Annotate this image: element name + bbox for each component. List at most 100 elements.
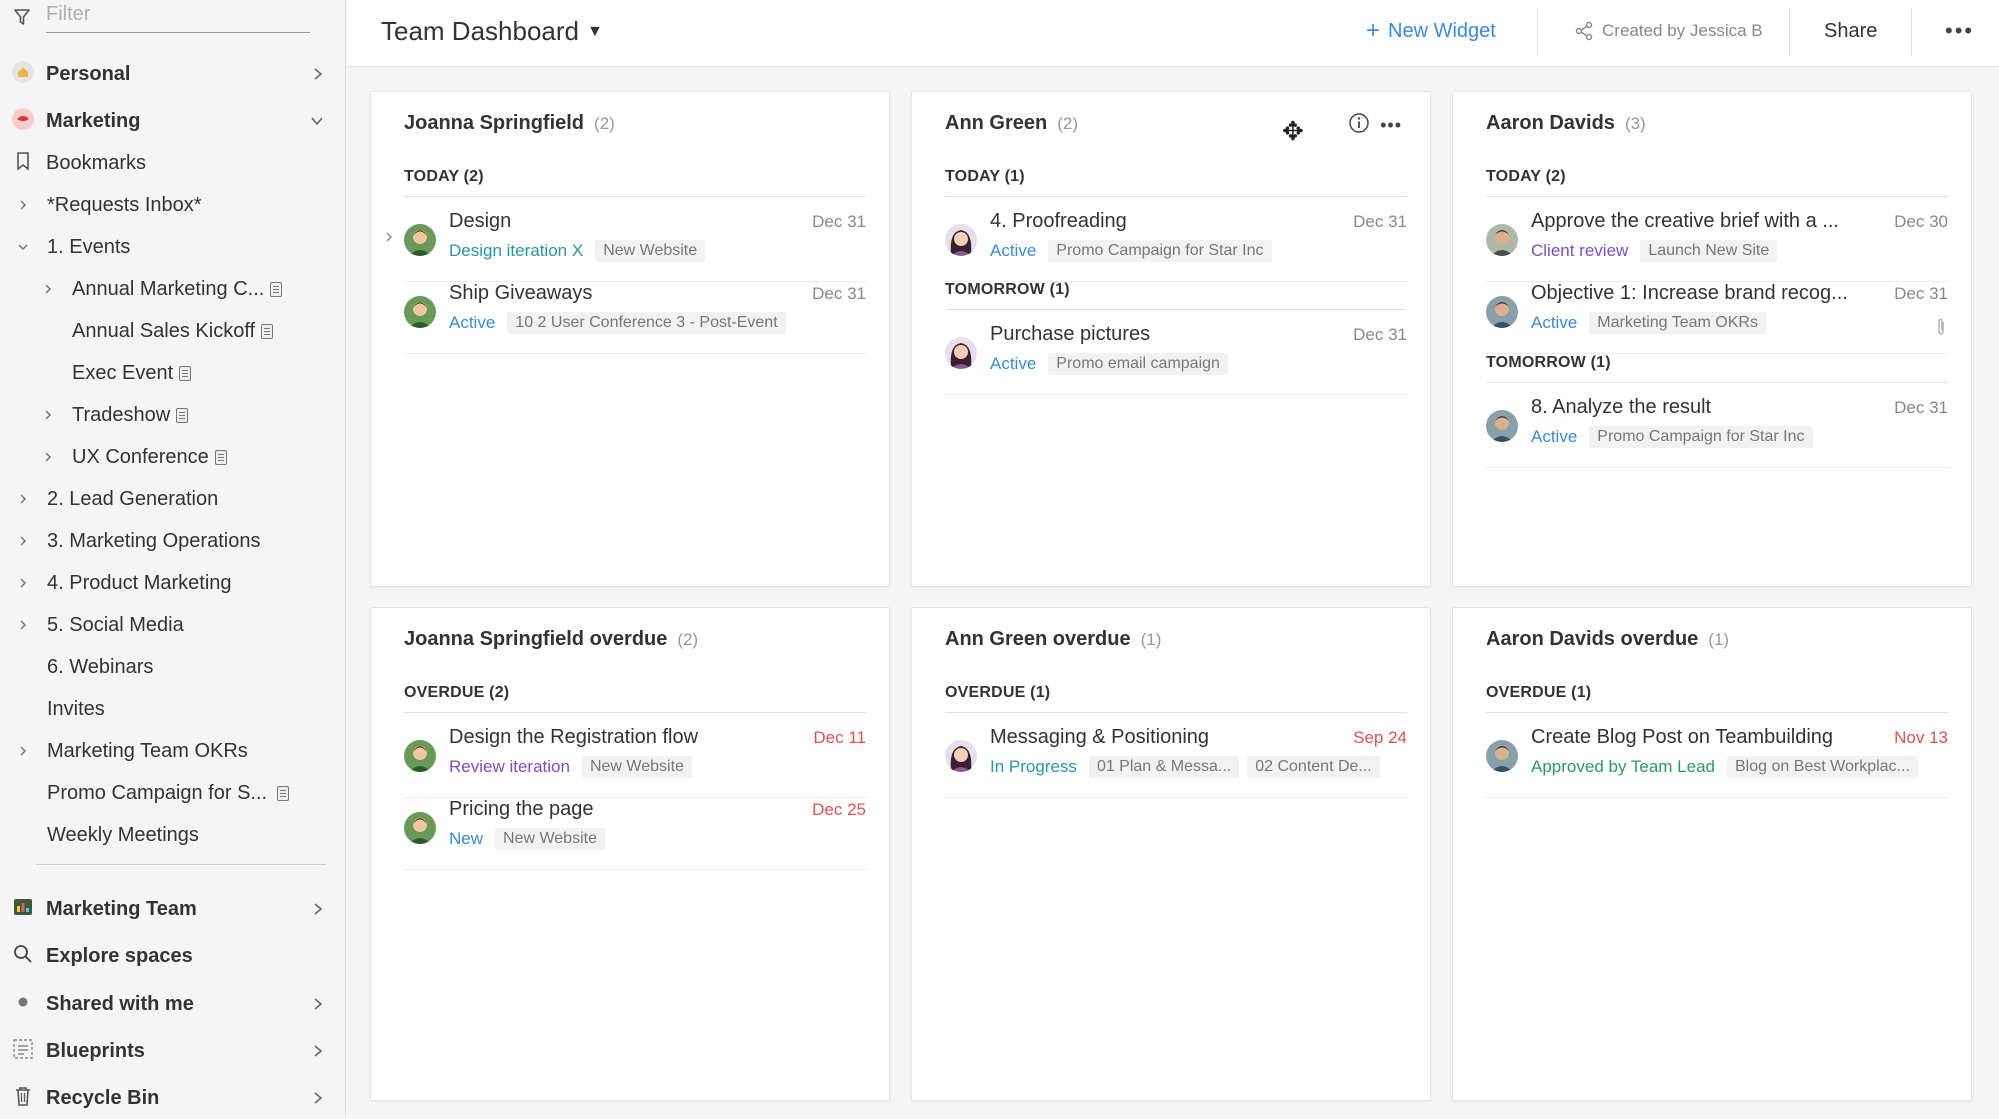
task-row[interactable]: Messaging & Positioning Sep 24 In Progre… <box>945 726 1407 798</box>
project-tag[interactable]: Launch New Site <box>1640 240 1778 262</box>
project-tag[interactable]: New Website <box>495 828 605 850</box>
new-widget-button[interactable]: + New Widget <box>1366 0 1496 62</box>
project-tag[interactable]: Promo Campaign for Star Inc <box>1589 426 1813 448</box>
project-tag[interactable]: Promo Campaign for Star Inc <box>1048 240 1272 262</box>
task-name[interactable]: Purchase pictures <box>990 323 1150 346</box>
status-badge[interactable]: Approved by Team Lead <box>1531 757 1715 777</box>
chevron-right-icon[interactable] <box>15 743 31 759</box>
tree-item-invites[interactable]: Invites <box>0 689 346 729</box>
sidebar-item-personal[interactable]: Personal <box>0 53 346 95</box>
status-badge[interactable]: Active <box>990 241 1036 261</box>
status-badge[interactable]: Active <box>1531 427 1577 447</box>
sidebar-item-bookmarks[interactable]: Bookmarks <box>0 142 346 184</box>
tree-item-weekly-meetings[interactable]: Weekly Meetings <box>0 815 346 855</box>
created-by-button[interactable]: Created by Jessica B <box>1574 0 1763 62</box>
task-name[interactable]: Ship Giveaways <box>449 282 592 305</box>
tree-item-promo-campaign[interactable]: Promo Campaign for S... <box>0 773 346 813</box>
task-row[interactable]: Purchase pictures Dec 31 Active Promo ema… <box>945 323 1407 395</box>
task-name[interactable]: Objective 1: Increase brand recog... <box>1531 282 1848 305</box>
tree-item-product-marketing[interactable]: 4. Product Marketing <box>0 563 346 603</box>
project-tag[interactable]: New Website <box>595 240 706 262</box>
project-tag[interactable]: Blog on Best Workplac... <box>1726 756 1918 778</box>
top-bar: Team Dashboard ▼ + New Widget Created by… <box>347 0 1999 67</box>
chevron-right-icon[interactable] <box>40 281 56 297</box>
task-name[interactable]: 8. Analyze the result <box>1531 396 1711 419</box>
tree-item-marketing-operations[interactable]: 3. Marketing Operations <box>0 521 346 561</box>
sidebar-item-marketing[interactable]: Marketing <box>0 100 346 142</box>
sidebar-item-shared-with-me[interactable]: Shared with me <box>0 983 346 1025</box>
move-icon[interactable]: ✥ <box>1282 116 1304 147</box>
status-badge[interactable]: Review iteration <box>449 757 570 777</box>
info-icon[interactable] <box>1348 112 1370 139</box>
sidebar-item-marketing-team[interactable]: Marketing Team <box>0 888 346 930</box>
more-options-icon[interactable]: ••• <box>1380 115 1402 136</box>
project-tag[interactable]: 01 Plan & Messa... <box>1088 756 1240 778</box>
status-badge[interactable]: New <box>449 829 483 849</box>
task-name[interactable]: 4. Proofreading <box>990 210 1127 233</box>
status-badge[interactable]: Active <box>990 354 1036 374</box>
task-row[interactable]: Pricing the page Dec 25 New New Website <box>404 798 866 870</box>
filter-input[interactable] <box>46 1 310 33</box>
chevron-right-icon[interactable] <box>40 449 56 465</box>
tree-item-exec-event[interactable]: Exec Event <box>0 353 346 393</box>
tree-item-tradeshow[interactable]: Tradeshow <box>0 395 346 435</box>
project-tag[interactable]: Marketing Team OKRs <box>1589 312 1766 334</box>
project-tag[interactable]: 02 Content De... <box>1247 756 1380 778</box>
task-name[interactable]: Design the Registration flow <box>449 726 698 749</box>
project-tag[interactable]: 10 2 User Conference 3 - Post-Event <box>507 312 786 334</box>
task-name[interactable]: Create Blog Post on Teambuilding <box>1531 726 1833 749</box>
created-by-label: Created by Jessica B <box>1602 21 1763 40</box>
dashboard-title-dropdown[interactable]: Team Dashboard ▼ <box>381 16 603 47</box>
tree-item-annual-marketing[interactable]: Annual Marketing C... <box>0 269 346 309</box>
chevron-down-icon[interactable] <box>15 239 31 255</box>
chevron-right-icon[interactable] <box>312 53 324 95</box>
task-row[interactable]: Approve the creative brief with a ... De… <box>1486 210 1948 282</box>
tree-item-requests-inbox[interactable]: *Requests Inbox* <box>0 185 346 225</box>
task-name[interactable]: Design <box>449 210 511 233</box>
card-title: Aaron Davids (3) <box>1486 112 1646 135</box>
status-badge[interactable]: Active <box>449 313 495 333</box>
status-badge[interactable]: Design iteration X <box>449 241 583 261</box>
task-name[interactable]: Pricing the page <box>449 798 594 821</box>
task-name[interactable]: Messaging & Positioning <box>990 726 1209 749</box>
chevron-right-icon[interactable] <box>312 983 324 1025</box>
tree-item-marketing-team-okrs[interactable]: Marketing Team OKRs <box>0 731 346 771</box>
status-badge[interactable]: In Progress <box>990 757 1077 777</box>
chevron-right-icon[interactable] <box>15 197 31 213</box>
attachment-icon[interactable] <box>1936 318 1946 341</box>
task-row[interactable]: Design Dec 31 Design iteration X New Webs… <box>386 210 866 282</box>
sidebar-item-explore-spaces[interactable]: Explore spaces <box>0 935 346 977</box>
tree-item-webinars[interactable]: 6. Webinars <box>0 647 346 687</box>
card-title: Aaron Davids overdue (1) <box>1486 628 1729 651</box>
more-options-icon[interactable]: ••• <box>1945 0 1974 62</box>
tree-item-ux-conference[interactable]: UX Conference <box>0 437 346 477</box>
chevron-right-icon[interactable] <box>15 533 31 549</box>
task-name[interactable]: Approve the creative brief with a ... <box>1531 210 1839 233</box>
chevron-right-icon[interactable] <box>15 575 31 591</box>
project-tag[interactable]: New Website <box>581 756 692 778</box>
tree-item-social-media[interactable]: 5. Social Media <box>0 605 346 645</box>
expand-chevron-icon[interactable] <box>384 230 394 248</box>
status-badge[interactable]: Client review <box>1531 241 1628 261</box>
sidebar-item-recycle-bin[interactable]: Recycle Bin <box>0 1077 346 1119</box>
chevron-down-icon[interactable] <box>310 100 324 142</box>
tree-item-lead-generation[interactable]: 2. Lead Generation <box>0 479 346 519</box>
tree-item-events[interactable]: 1. Events <box>0 227 346 267</box>
chevron-right-icon[interactable] <box>40 407 56 423</box>
sidebar-item-blueprints[interactable]: Blueprints <box>0 1030 346 1072</box>
tree-item-annual-sales-kickoff[interactable]: Annual Sales Kickoff <box>0 311 346 351</box>
project-tag[interactable]: Promo email campaign <box>1048 353 1228 375</box>
chevron-right-icon[interactable] <box>312 1077 324 1119</box>
share-button[interactable]: Share <box>1824 0 1877 62</box>
status-badge[interactable]: Active <box>1531 313 1577 333</box>
task-row[interactable]: Ship Giveaways Dec 31 Active 10 2 User Co… <box>404 282 866 354</box>
chevron-right-icon[interactable] <box>312 888 324 930</box>
task-row[interactable]: Objective 1: Increase brand recog... Dec… <box>1486 282 1948 354</box>
chevron-right-icon[interactable] <box>15 491 31 507</box>
task-row[interactable]: Create Blog Post on Teambuilding Nov 13 … <box>1486 726 1948 798</box>
chevron-right-icon[interactable] <box>15 617 31 633</box>
task-row[interactable]: 4. Proofreading Dec 31 Active Promo Campa… <box>945 210 1407 282</box>
task-row[interactable]: 8. Analyze the result Dec 31 Active Promo… <box>1486 396 1948 468</box>
task-row[interactable]: Design the Registration flow Dec 11 Revi… <box>404 726 866 798</box>
chevron-right-icon[interactable] <box>312 1030 324 1072</box>
